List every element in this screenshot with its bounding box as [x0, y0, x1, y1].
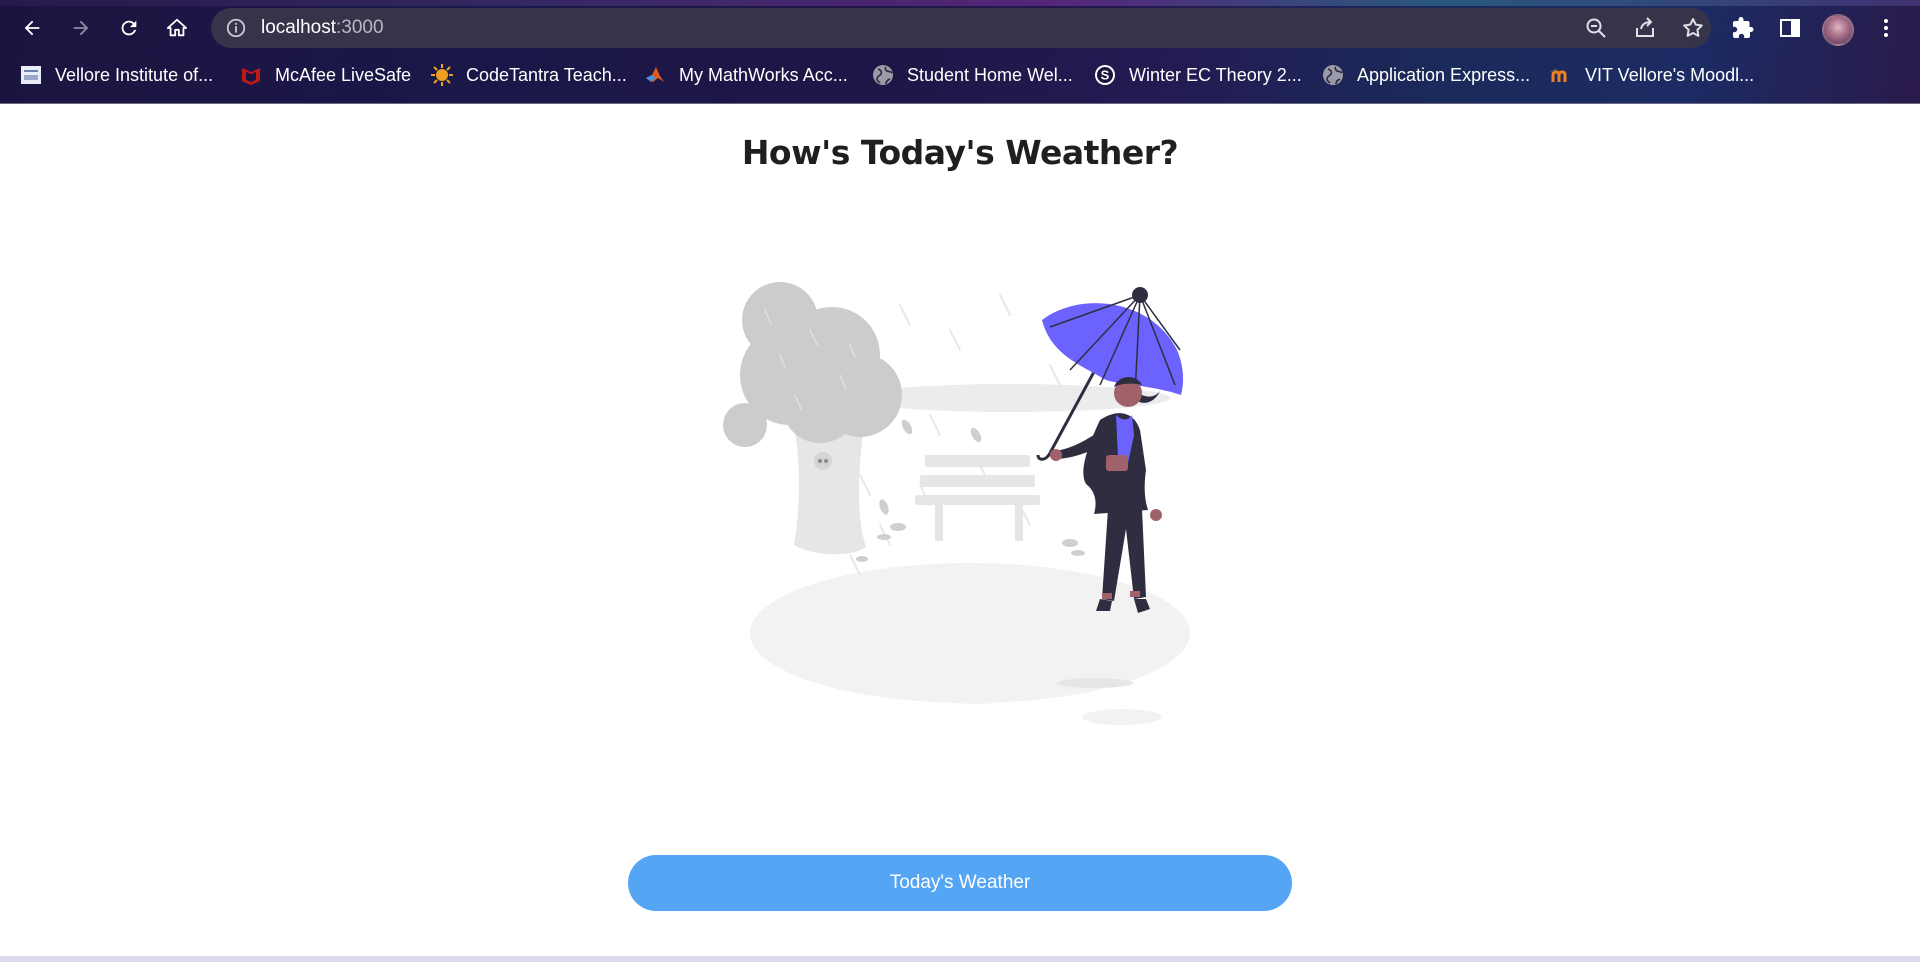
- globe-icon: [872, 64, 894, 86]
- address-bar[interactable]: localhost:3000: [211, 8, 1711, 48]
- reload-button[interactable]: [111, 10, 147, 46]
- bookmark-label: My MathWorks Acc...: [679, 64, 848, 85]
- bookmark-item[interactable]: CodeTantra Teach...: [431, 60, 627, 90]
- forward-button[interactable]: [63, 10, 99, 46]
- home-icon: [166, 18, 188, 37]
- page-content: How's Today's Weather? Today's Weather: [0, 105, 1920, 957]
- page-title: How's Today's Weather?: [741, 133, 1179, 172]
- globe-icon: [1322, 64, 1344, 86]
- extensions-button[interactable]: [1727, 12, 1759, 44]
- svg-text:S: S: [1101, 68, 1110, 83]
- back-arrow-icon: [24, 20, 40, 36]
- url-port: :3000: [336, 17, 384, 38]
- moodle-icon: [1550, 64, 1572, 86]
- bookmark-item[interactable]: Student Home Wel...: [872, 60, 1073, 90]
- codetantra-icon: [431, 64, 453, 86]
- bookmarks-bar: Vellore Institute of... McAfee LiveSafe …: [0, 56, 1920, 94]
- bookmark-item[interactable]: VIT Vellore's Moodl...: [1550, 60, 1754, 90]
- bookmark-item[interactable]: My MathWorks Acc...: [644, 60, 848, 90]
- bookmark-label: Vellore Institute of...: [55, 64, 214, 85]
- mathworks-icon: [644, 64, 666, 86]
- url-text[interactable]: localhost:3000: [261, 17, 384, 39]
- zoom-icon[interactable]: [1584, 16, 1608, 40]
- bookmark-item[interactable]: McAfee LiveSafe: [240, 60, 411, 90]
- url-host: localhost: [261, 17, 336, 38]
- mcafee-icon: [240, 64, 262, 86]
- page-bottom-edge: [0, 956, 1920, 962]
- more-vertical-icon: [1884, 19, 1888, 37]
- puzzle-icon: [1733, 17, 1754, 38]
- bookmark-item[interactable]: S Winter EC Theory 2...: [1094, 60, 1302, 90]
- todays-weather-button[interactable]: Today's Weather: [628, 855, 1292, 911]
- bookmark-label: Winter EC Theory 2...: [1129, 64, 1302, 85]
- back-button[interactable]: [14, 10, 50, 46]
- rainy-walk-illustration: [723, 282, 1190, 725]
- bookmark-label: McAfee LiveSafe: [275, 64, 412, 85]
- bookmark-label: Student Home Wel...: [907, 64, 1073, 85]
- forward-arrow-icon: [73, 20, 89, 36]
- share-icon[interactable]: [1633, 16, 1657, 40]
- vit-icon: [20, 64, 42, 86]
- reload-icon: [121, 20, 137, 36]
- bookmark-item[interactable]: Application Express...: [1322, 60, 1530, 90]
- browser-toolbar: localhost:3000: [0, 6, 1920, 50]
- home-button[interactable]: [159, 10, 195, 46]
- bookmark-item[interactable]: Vellore Institute of...: [20, 60, 213, 90]
- browser-menu-button[interactable]: [1870, 12, 1902, 44]
- browser-chrome: localhost:3000 Vellore Institute of... M…: [0, 0, 1920, 104]
- bookmark-star-icon[interactable]: [1681, 16, 1705, 40]
- profile-avatar[interactable]: [1822, 14, 1854, 46]
- bookmark-label: CodeTantra Teach...: [466, 64, 627, 85]
- side-panel-button[interactable]: [1774, 12, 1806, 44]
- bookmark-label: VIT Vellore's Moodl...: [1585, 64, 1755, 85]
- site-info-icon[interactable]: [225, 17, 247, 39]
- s-circle-icon: S: [1094, 64, 1116, 86]
- bookmark-label: Application Express...: [1357, 64, 1531, 85]
- side-panel-icon: [1780, 19, 1800, 37]
